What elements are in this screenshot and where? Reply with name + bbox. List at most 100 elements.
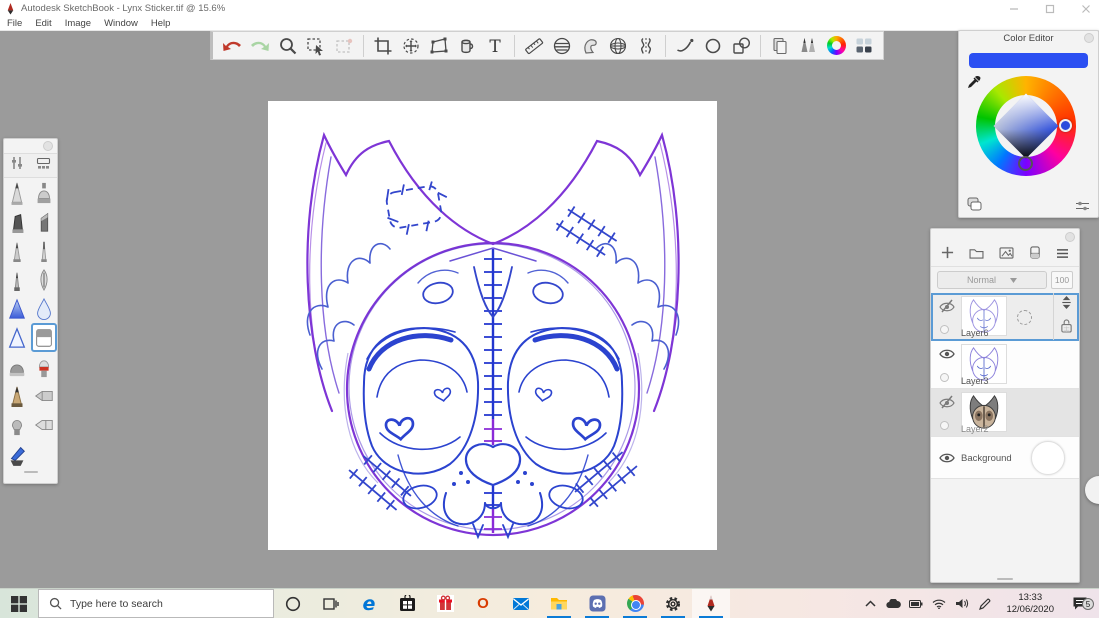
undo-icon[interactable]: [219, 33, 245, 58]
taskbar-settings[interactable]: [654, 589, 692, 618]
distort-tool-icon[interactable]: [426, 33, 452, 58]
current-color-swatch[interactable]: [969, 53, 1088, 68]
menu-file[interactable]: File: [7, 18, 22, 29]
taskbar-gift-app[interactable]: [426, 589, 464, 618]
visibility-on-icon[interactable]: [939, 451, 955, 470]
brush-ballpoint-pen[interactable]: [4, 236, 31, 265]
brush-pencil[interactable]: [4, 178, 31, 207]
panel-resize-handle[interactable]: [4, 468, 57, 476]
ellipse-guide-icon[interactable]: [549, 33, 575, 58]
ellipse-tool-icon[interactable]: [700, 33, 726, 58]
brush-library-icon[interactable]: [795, 33, 821, 58]
panel-handle[interactable]: [43, 141, 53, 151]
brush-angled-paintbrush[interactable]: [4, 439, 31, 468]
wifi-icon[interactable]: [931, 599, 947, 609]
brush-quill-pen[interactable]: [31, 265, 58, 294]
layer-menu-icon[interactable]: [1056, 246, 1069, 264]
hue-selector-dot[interactable]: [1059, 119, 1072, 132]
copy-paste-icon[interactable]: [767, 33, 793, 58]
blend-mode-dropdown[interactable]: Normal: [937, 271, 1047, 289]
visibility-on-icon[interactable]: [939, 347, 955, 366]
brush-watercolor-drop[interactable]: [31, 294, 58, 323]
menu-window[interactable]: Window: [104, 18, 138, 29]
layer-row-layer6[interactable]: Layer6: [931, 293, 1079, 341]
maximize-button[interactable]: [1045, 4, 1055, 14]
layer-row-layer3[interactable]: Layer3: [931, 341, 1079, 389]
taskbar-office[interactable]: O: [464, 589, 502, 618]
taskbar-cortana[interactable]: [274, 589, 312, 618]
layer-radio[interactable]: [940, 421, 949, 430]
close-button[interactable]: [1081, 4, 1091, 14]
taskbar-chrome[interactable]: [616, 589, 654, 618]
visibility-off-icon[interactable]: [939, 395, 955, 414]
shapes-tool-icon[interactable]: [728, 33, 754, 58]
color-compare-icon[interactable]: [967, 197, 983, 216]
text-tool-icon[interactable]: T: [482, 33, 508, 58]
brush-smudge[interactable]: [4, 410, 31, 439]
perspective-tool-icon[interactable]: [605, 33, 631, 58]
onedrive-cloud-icon[interactable]: [885, 599, 901, 609]
panel-pull-handle[interactable]: [1085, 476, 1099, 504]
taskbar-edge[interactable]: e: [350, 589, 388, 618]
menu-help[interactable]: Help: [151, 18, 171, 29]
brush-chisel-marker[interactable]: [31, 207, 58, 236]
brush-paintbrush[interactable]: [4, 294, 31, 323]
layer-radio[interactable]: [940, 325, 949, 334]
volume-icon[interactable]: [954, 598, 970, 609]
layer-reorder-icon[interactable]: [1060, 295, 1073, 315]
taskbar-store[interactable]: [388, 589, 426, 618]
taskbar-clock[interactable]: 13:33 12/06/2020: [1000, 592, 1060, 616]
battery-icon[interactable]: [908, 600, 924, 608]
add-layer-icon[interactable]: [941, 246, 954, 264]
menu-edit[interactable]: Edit: [35, 18, 51, 29]
brush-fine-liner[interactable]: [31, 236, 58, 265]
background-color-swatch[interactable]: [1031, 441, 1065, 475]
panel-handle[interactable]: [1084, 33, 1094, 43]
pen-icon[interactable]: [977, 598, 993, 610]
fill-tool-icon[interactable]: [454, 33, 480, 58]
chevron-up-icon[interactable]: [862, 600, 878, 607]
taskbar-file-explorer[interactable]: [540, 589, 578, 618]
brush-charcoal-pencil[interactable]: [4, 381, 31, 410]
brush-shading-brush[interactable]: [31, 352, 58, 381]
brush-pen[interactable]: [4, 265, 31, 294]
color-wheel-icon[interactable]: [823, 33, 849, 58]
eyedropper-icon[interactable]: [967, 75, 981, 94]
stroke-tool-icon[interactable]: [672, 33, 698, 58]
panel-resize-handle[interactable]: [931, 578, 1079, 580]
group-layer-icon[interactable]: [969, 246, 984, 264]
action-center-button[interactable]: 5: [1067, 596, 1093, 611]
ruler-tool-icon[interactable]: [521, 33, 547, 58]
taskbar-mail[interactable]: [502, 589, 540, 618]
layer-editor-icon[interactable]: [851, 33, 877, 58]
brush-marker[interactable]: [4, 207, 31, 236]
symmetry-tool-icon[interactable]: [633, 33, 659, 58]
select-tool-icon[interactable]: [303, 33, 329, 58]
zoom-tool-icon[interactable]: [275, 33, 301, 58]
layer-row-layer2[interactable]: Layer2: [931, 389, 1079, 437]
layer-lock-icon[interactable]: [1060, 318, 1073, 338]
custom-sliders-icon[interactable]: [1075, 199, 1090, 217]
drawing-canvas[interactable]: [268, 101, 717, 550]
french-curve-icon[interactable]: [577, 33, 603, 58]
import-image-icon[interactable]: [999, 246, 1014, 264]
layer-radio[interactable]: [940, 373, 949, 382]
brush-streamline-airbrush[interactable]: [31, 410, 58, 439]
wheel-rotation-handle[interactable]: [1018, 156, 1033, 171]
brush-airbrush-flow[interactable]: [31, 381, 58, 410]
menu-image[interactable]: Image: [65, 18, 91, 29]
brush-synthetic-triangle[interactable]: [4, 323, 31, 352]
brush-flat-marker-selected[interactable]: [31, 323, 58, 352]
brush-airbrush[interactable]: [31, 178, 58, 207]
taskbar-sketchbook-active[interactable]: [692, 589, 730, 618]
minimize-button[interactable]: [1009, 4, 1019, 14]
taskbar-search-input[interactable]: Type here to search: [38, 589, 274, 618]
layer-opacity-field[interactable]: 100: [1051, 271, 1073, 289]
crop-tool-icon[interactable]: [370, 33, 396, 58]
start-button[interactable]: [0, 589, 38, 618]
deselect-tool-icon[interactable]: [331, 33, 357, 58]
transform-tool-icon[interactable]: [398, 33, 424, 58]
redo-icon[interactable]: [247, 33, 273, 58]
layer-row-background[interactable]: Background: [931, 437, 1079, 479]
clear-layer-icon[interactable]: [1029, 246, 1041, 264]
